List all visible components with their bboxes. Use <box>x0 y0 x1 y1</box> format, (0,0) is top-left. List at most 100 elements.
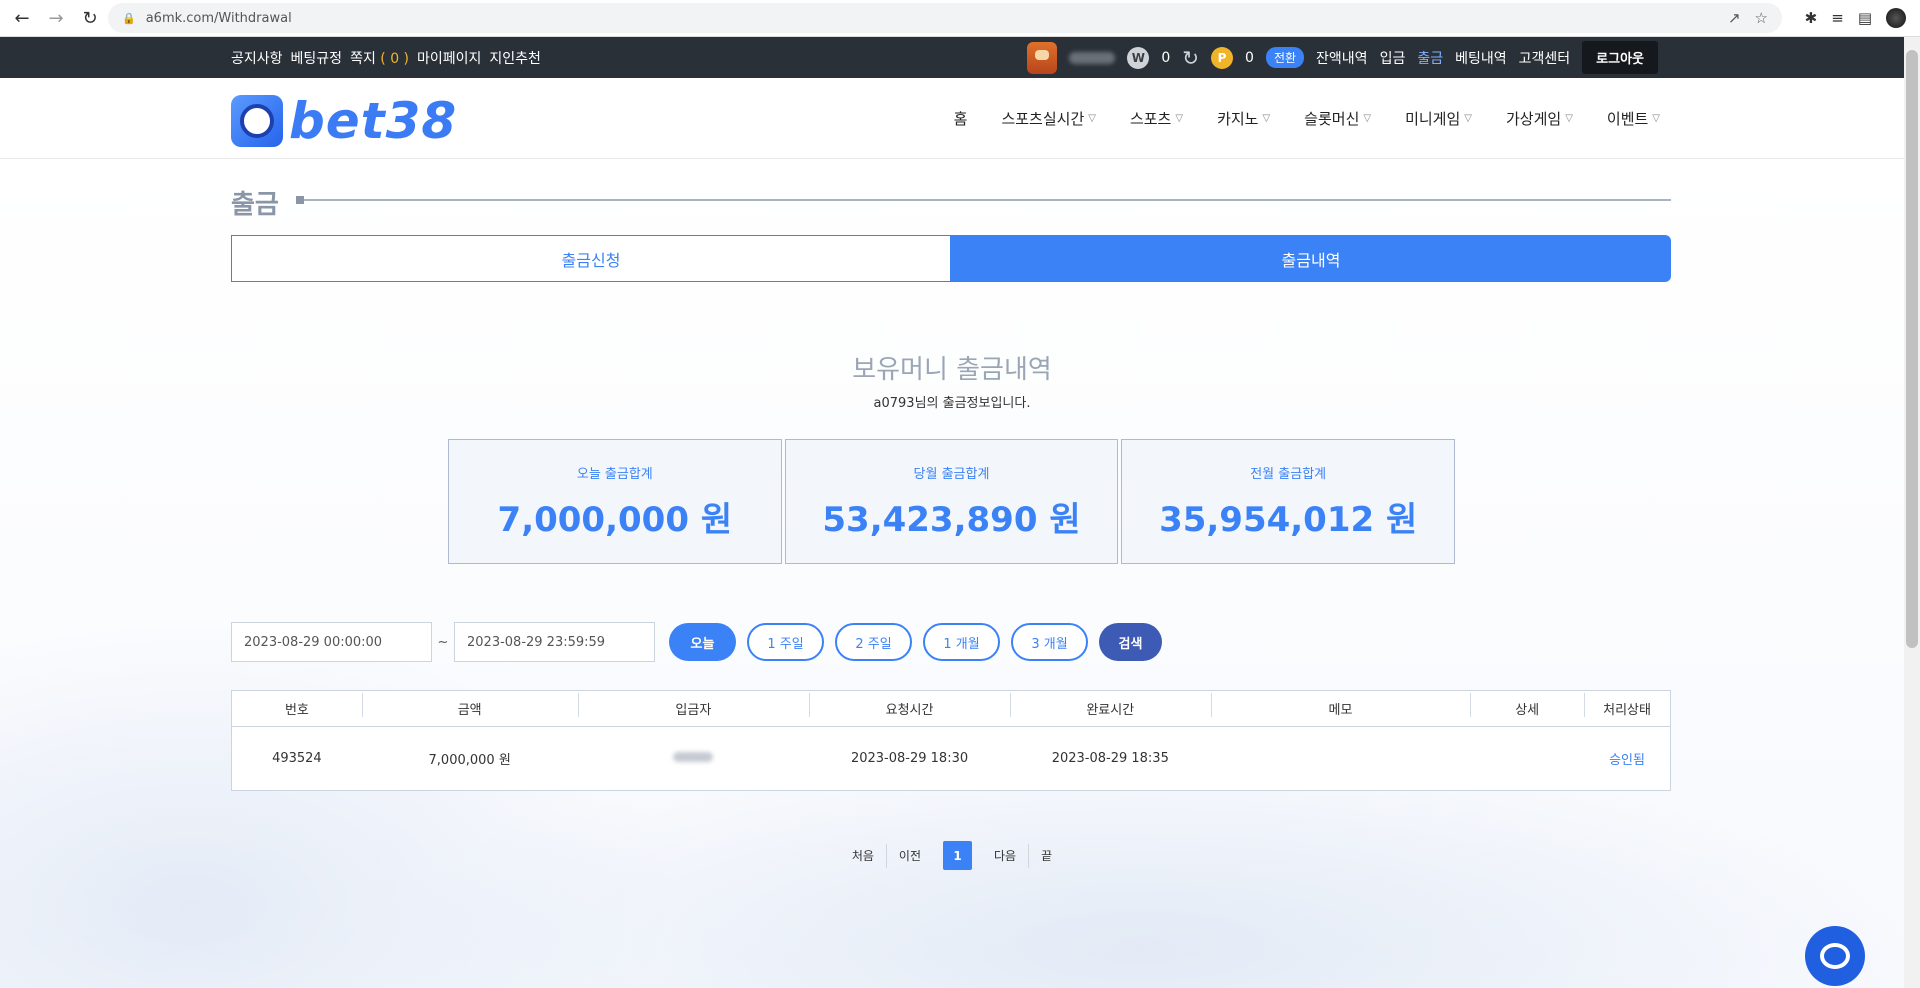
site-logo[interactable]: bet38 <box>231 92 457 150</box>
nav-minigames[interactable]: 미니게임 ▽ <box>1405 108 1472 129</box>
side-panel-icon[interactable]: ▤ <box>1858 9 1872 27</box>
reading-list-icon[interactable]: ≡ <box>1831 9 1844 27</box>
cell-requested-time: 2023-08-29 18:30 <box>850 751 969 766</box>
filter-today-button[interactable]: 오늘 <box>669 623 736 661</box>
referral-link[interactable]: 지인추천 <box>489 48 541 68</box>
end-date-input[interactable]: 2023-08-29 23:59:59 <box>454 622 655 662</box>
summary-value: 35,954,012 원 <box>1159 499 1418 540</box>
page-last[interactable]: 끝 <box>1029 847 1064 864</box>
chevron-down-icon: ▽ <box>1565 113 1573 124</box>
address-bar[interactable]: 🔒 a6mk.com/Withdrawal ↗ ☆ <box>108 3 1782 33</box>
refresh-icon[interactable]: ↻ <box>1182 46 1199 70</box>
start-date-input[interactable]: 2023-08-29 00:00:00 <box>231 622 432 662</box>
page-next[interactable]: 다음 <box>982 847 1028 864</box>
nav-sports[interactable]: 스포츠 ▽ <box>1130 108 1183 129</box>
title-divider-marker <box>296 196 304 204</box>
chevron-down-icon: ▽ <box>1363 113 1372 124</box>
back-arrow-icon[interactable]: ← <box>10 6 34 30</box>
bookmark-star-icon[interactable]: ☆ <box>1755 9 1768 27</box>
forward-arrow-icon[interactable]: → <box>44 6 68 30</box>
mypage-link[interactable]: 마이페이지 <box>417 48 481 68</box>
summary-value: 7,000,000 원 <box>497 499 733 540</box>
username-redacted <box>1069 51 1116 64</box>
title-divider <box>297 199 1671 201</box>
nav-label: 가상게임 <box>1505 110 1562 128</box>
summary-label: 당월 출금합계 <box>913 466 990 482</box>
nav-events[interactable]: 이벤트 ▽ <box>1607 108 1660 129</box>
page-current[interactable]: 1 <box>943 841 973 870</box>
main-nav: 홈 스포츠실시간 ▽ 스포츠 ▽ 카지노 ▽ 슬롯머신 ▽ 미니게임 ▽ 가상게임 ▽ 이벤… <box>954 78 1660 159</box>
tab-withdraw-request[interactable]: 출금신청 <box>231 235 951 282</box>
nav-label: 카지노 <box>1217 110 1259 128</box>
filter-2week-button[interactable]: 2 주일 <box>835 623 912 661</box>
table-row: 493524 7,000,000 원 2023-08-29 18:30 2023… <box>232 727 1670 790</box>
browser-toolbar: ← → ↻ 🔒 a6mk.com/Withdrawal ↗ ☆ ✱ ≡ ▤ <box>0 0 1920 37</box>
tab-withdraw-history[interactable]: 출금내역 <box>951 235 1671 282</box>
share-icon[interactable]: ↗ <box>1728 9 1741 27</box>
summary-label: 전월 출금합계 <box>1250 466 1327 482</box>
cell-depositor <box>578 751 810 766</box>
nav-virtual-games[interactable]: 가상게임 ▽ <box>1506 108 1573 129</box>
summary-today: 오늘 출금합계 7,000,000 원 <box>448 439 782 564</box>
col-depositor: 입금자 <box>577 693 810 718</box>
pagination: 처음 이전 1 다음 끝 <box>0 841 1904 870</box>
nav-label: 스포츠 <box>1129 110 1172 128</box>
withdraw-link[interactable]: 출금 <box>1417 48 1443 68</box>
nav-label: 미니게임 <box>1405 110 1461 128</box>
table-header: 번호 금액 입금자 요청시간 완료시간 메모 상세 처리상태 <box>232 691 1670 727</box>
date-filter: 2023-08-29 00:00:00 ~ 2023-08-29 23:59:5… <box>231 620 1162 664</box>
chevron-down-icon: ▽ <box>1464 113 1472 124</box>
col-requested-time: 요청시간 <box>809 693 1010 718</box>
filter-1week-button[interactable]: 1 주일 <box>747 623 824 661</box>
deposit-link[interactable]: 입금 <box>1380 48 1406 68</box>
logout-button[interactable]: 로그아웃 <box>1582 41 1658 74</box>
p-balance: 0 <box>1245 49 1254 66</box>
chevron-down-icon: ▽ <box>1088 113 1096 124</box>
cell-completed-time: 2023-08-29 18:35 <box>1051 751 1169 766</box>
col-memo: 메모 <box>1210 693 1471 718</box>
profile-avatar[interactable] <box>1886 8 1906 28</box>
chevron-down-icon: ▽ <box>1175 113 1184 124</box>
betting-history-link[interactable]: 베팅내역 <box>1455 48 1507 68</box>
balance-history-link[interactable]: 잔액내역 <box>1316 48 1368 68</box>
lock-icon: 🔒 <box>122 11 136 25</box>
w-balance: 0 <box>1161 49 1171 66</box>
convert-button[interactable]: 전환 <box>1265 47 1305 68</box>
withdraw-summary: 오늘 출금합계 7,000,000 원 당월 출금합계 53,423,890 원… <box>448 439 1456 564</box>
live-chat-button[interactable] <box>1805 926 1865 986</box>
withdraw-tabs: 출금신청 출금내역 <box>231 235 1671 282</box>
reload-icon[interactable]: ↻ <box>78 6 102 30</box>
page-title: 출금 <box>231 190 279 220</box>
cell-number: 493524 <box>272 751 322 766</box>
page-prev[interactable]: 이전 <box>887 847 933 864</box>
col-completed-time: 완료시간 <box>1009 693 1211 718</box>
nav-home[interactable]: 홈 <box>954 108 968 129</box>
nav-label: 홈 <box>953 110 968 128</box>
extensions-puzzle-icon[interactable]: ✱ <box>1805 9 1818 27</box>
nav-casino[interactable]: 카지노 ▽ <box>1217 108 1270 129</box>
nav-slots[interactable]: 슬롯머신 ▽ <box>1304 108 1371 129</box>
top-utility-bar: 공지사항 베팅규정 쪽지 ( 0 ) 마이페이지 지인추천 W 0 ↻ P 0 … <box>0 37 1904 78</box>
col-detail: 상세 <box>1470 693 1584 718</box>
scrollbar-thumb[interactable] <box>1906 50 1918 648</box>
logo-text: bet38 <box>289 92 458 150</box>
col-status: 처리상태 <box>1584 693 1670 718</box>
nav-live-sports[interactable]: 스포츠실시간 ▽ <box>1001 108 1096 129</box>
filter-3month-button[interactable]: 3 개월 <box>1011 623 1088 661</box>
summary-this-month: 당월 출금합계 53,423,890 원 <box>784 439 1119 564</box>
col-amount: 금액 <box>361 693 578 718</box>
betting-rules-link[interactable]: 베팅규정 <box>291 48 343 68</box>
main-header: bet38 홈 스포츠실시간 ▽ 스포츠 ▽ 카지노 ▽ 슬롯머신 ▽ 미니게임 ▽ 가상… <box>0 78 1904 159</box>
summary-label: 오늘 출금합계 <box>576 466 653 482</box>
page-first[interactable]: 처음 <box>840 847 886 864</box>
notice-link[interactable]: 공지사항 <box>231 48 283 68</box>
customer-center-link[interactable]: 고객센터 <box>1519 48 1571 68</box>
messages-label: 쪽지 <box>350 50 376 67</box>
section-subtitle: a0793님의 출금정보입니다. <box>873 396 1031 411</box>
search-button[interactable]: 검색 <box>1099 623 1162 661</box>
nav-label: 슬롯머신 <box>1304 110 1360 128</box>
filter-1month-button[interactable]: 1 개월 <box>923 623 1000 661</box>
cell-amount: 7,000,000 원 <box>428 753 511 768</box>
messages-link[interactable]: 쪽지 ( 0 ) <box>350 48 409 68</box>
message-count: ( 0 ) <box>380 50 410 67</box>
